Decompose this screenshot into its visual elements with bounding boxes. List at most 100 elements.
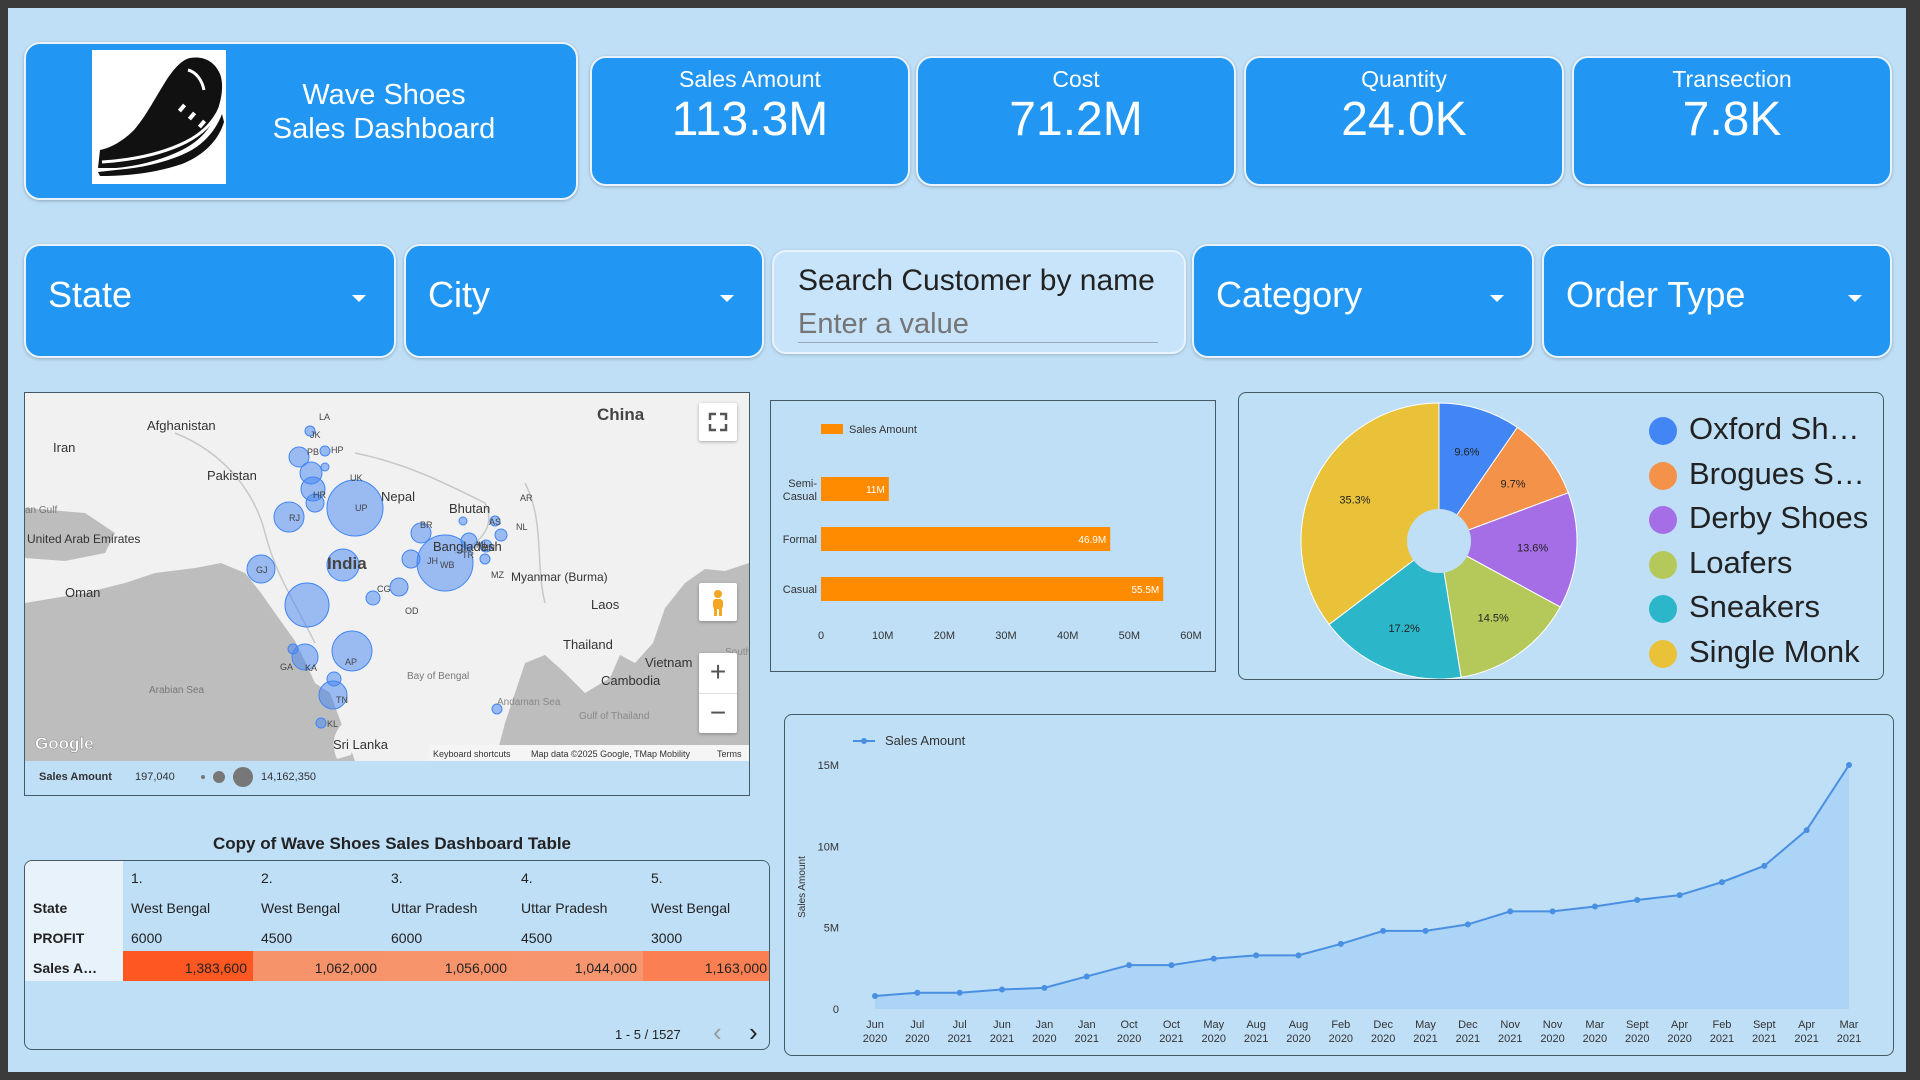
street-view-pegman-button[interactable] xyxy=(699,583,737,621)
data-point[interactable] xyxy=(914,989,921,996)
table-col-index: 1. xyxy=(131,870,143,886)
bar xyxy=(821,527,1111,551)
keyboard-shortcuts-link[interactable]: Keyboard shortcuts xyxy=(433,749,511,759)
fullscreen-button[interactable] xyxy=(699,403,737,441)
data-point[interactable] xyxy=(1464,921,1471,928)
data-point[interactable] xyxy=(1422,927,1429,934)
zoom-out-button[interactable]: − xyxy=(699,694,737,734)
fullscreen-icon xyxy=(708,412,728,432)
kpi-label: Sales Amount xyxy=(679,66,821,92)
data-point[interactable] xyxy=(1210,955,1217,962)
kpi-value: 24.0K xyxy=(1341,93,1467,146)
x-tick-label: 50M xyxy=(1119,630,1140,642)
data-point[interactable] xyxy=(1549,908,1556,915)
table-cell-profit: 6000 xyxy=(391,930,423,946)
city-filter-dropdown[interactable]: City xyxy=(404,244,764,358)
map-label-andaman-sea: Andaman Sea xyxy=(497,697,561,708)
data-point[interactable] xyxy=(1591,903,1598,910)
customer-search-input[interactable] xyxy=(798,306,1158,343)
state-label: JH xyxy=(427,556,438,566)
data-point[interactable] xyxy=(1083,973,1090,980)
x-tick-month: Jun xyxy=(866,1019,884,1031)
terms-link[interactable]: Terms xyxy=(717,749,742,759)
filter-label: Category xyxy=(1216,274,1363,315)
legend-label: Oxford Sh… xyxy=(1689,411,1860,446)
data-point[interactable] xyxy=(1380,927,1387,934)
data-point[interactable] xyxy=(956,989,963,996)
x-tick-month: Sept xyxy=(1753,1019,1776,1031)
state-label: JK xyxy=(310,430,321,440)
legend-metric-label: Sales Amount xyxy=(39,771,112,783)
map-canvas[interactable]: Afghanistan China Iran Pakistan Nepal Bh… xyxy=(25,393,749,761)
data-point[interactable] xyxy=(1634,897,1641,904)
data-point[interactable] xyxy=(1718,879,1725,886)
data-point[interactable] xyxy=(1507,908,1514,915)
table-header-row xyxy=(123,861,769,891)
state-label: KA xyxy=(305,663,317,673)
x-tick-label: 20M xyxy=(934,630,955,642)
pie-slice-label: 9.6% xyxy=(1454,446,1479,458)
y-axis-title: Sales Amount xyxy=(797,856,808,918)
x-tick-month: Sept xyxy=(1626,1019,1649,1031)
legend-swatch xyxy=(1649,417,1677,445)
data-point[interactable] xyxy=(1676,892,1683,899)
table-cell-sales: 1,062,000 xyxy=(314,960,377,976)
legend-label: Brogues S… xyxy=(1689,455,1865,491)
zoom-in-button[interactable]: + xyxy=(699,653,737,694)
x-tick-month: Oct xyxy=(1121,1019,1138,1031)
order-type-filter-dropdown[interactable]: Order Type xyxy=(1542,244,1892,358)
data-point[interactable] xyxy=(872,992,878,999)
x-tick-month: Nov xyxy=(1500,1019,1520,1031)
data-point[interactable] xyxy=(999,986,1006,993)
kpi-value: 7.8K xyxy=(1682,93,1782,146)
table-title: Copy of Wave Shoes Sales Dashboard Table xyxy=(212,834,572,853)
data-point[interactable] xyxy=(1295,952,1302,959)
map-label-uae: United Arab Emirates xyxy=(27,532,140,546)
prev-page-button[interactable]: ‹ xyxy=(713,1019,722,1045)
state-label: TR xyxy=(462,550,474,560)
next-page-button[interactable]: › xyxy=(749,1019,758,1045)
y-tick-label: 15M xyxy=(818,760,839,772)
x-tick-label: 30M xyxy=(995,630,1016,642)
x-tick-month: Nov xyxy=(1543,1019,1563,1031)
x-tick-month: Apr xyxy=(1671,1019,1688,1031)
data-point[interactable] xyxy=(1041,984,1048,991)
table-col-index: 3. xyxy=(391,870,403,886)
x-tick-month: Jan xyxy=(1078,1019,1096,1031)
table-cell-sales: 1,056,000 xyxy=(444,960,507,976)
google-logo: Google xyxy=(35,734,94,753)
bar-value-label: 55.5M xyxy=(1131,585,1159,596)
data-point[interactable] xyxy=(1803,827,1810,834)
data-point[interactable] xyxy=(1253,952,1260,959)
kpi-quantity: Quantity 24.0K xyxy=(1244,56,1564,186)
state-filter-dropdown[interactable]: State xyxy=(24,244,396,358)
table-cell-state: Uttar Pradesh xyxy=(391,900,478,916)
x-tick-month: Oct xyxy=(1163,1019,1180,1031)
x-tick-year: 2020 xyxy=(1540,1033,1564,1045)
state-label: OD xyxy=(405,606,419,616)
x-tick-month: Feb xyxy=(1331,1019,1350,1031)
pie-slice-label: 14.5% xyxy=(1478,613,1509,625)
data-point[interactable] xyxy=(1761,862,1768,869)
data-point[interactable] xyxy=(1337,940,1344,947)
state-label: LA xyxy=(319,412,330,422)
state-label: UP xyxy=(355,503,368,513)
x-tick-month: Dec xyxy=(1373,1019,1393,1031)
x-tick-year: 2020 xyxy=(1329,1033,1353,1045)
state-label: GJ xyxy=(256,565,268,575)
pagination-label: 1 - 5 / 1527 xyxy=(615,1027,681,1042)
data-point[interactable] xyxy=(1846,762,1852,768)
data-point[interactable] xyxy=(1168,962,1175,969)
table-cell-profit: 4500 xyxy=(261,930,293,946)
map-label-bay-of-bengal: Bay of Bengal xyxy=(407,671,469,682)
bar-value-label: 11M xyxy=(866,485,885,496)
data-point[interactable] xyxy=(1126,962,1133,969)
x-tick-year: 2020 xyxy=(1583,1033,1607,1045)
chevron-down-icon xyxy=(1490,295,1504,302)
row-header-state: State xyxy=(33,900,68,916)
pie-chart-panel: 9.6% 9.7% 13.6% 14.5% 17.2% 35.3% Oxford Sh… B… xyxy=(1238,392,1884,680)
table-cell-profit: 6000 xyxy=(131,930,163,946)
category-filter-dropdown[interactable]: Category xyxy=(1192,244,1534,358)
legend-swatch xyxy=(1649,506,1677,534)
map-label-iran: Iran xyxy=(53,440,75,455)
